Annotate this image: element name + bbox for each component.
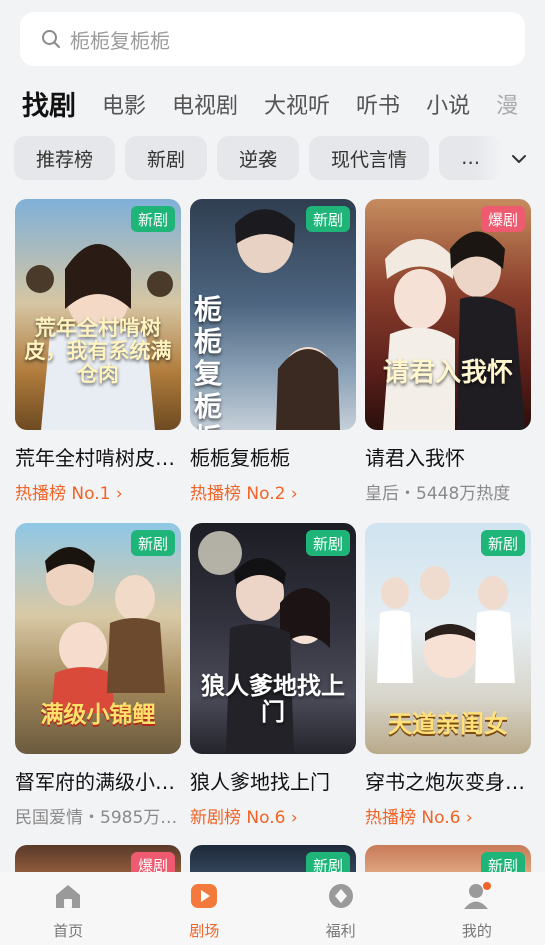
drama-rank[interactable]: 新剧榜 No.6 › — [190, 803, 362, 828]
new-badge: 新剧 — [305, 206, 350, 232]
chevron-right-icon: › — [290, 484, 298, 504]
drama-title: 狼人爹地找上门 — [190, 770, 330, 794]
tab-tv-series[interactable]: 电视剧 — [172, 92, 238, 128]
tab-big-audiovisual[interactable]: 大视听 — [264, 92, 330, 128]
search-icon — [40, 28, 62, 50]
tab-find-drama[interactable]: 找剧 — [14, 86, 76, 128]
nav-home[interactable]: 首页 — [0, 872, 136, 945]
rank-text: 新剧榜 No.6 — [190, 808, 286, 828]
rank-text: 热播榜 No.2 — [190, 484, 286, 504]
drama-card[interactable]: 请君入我怀 爆剧 请君入我怀 皇后・5448万热度 — [365, 199, 531, 504]
drama-card[interactable]: 栀栀复栀栀 新剧 栀栀复栀栀 热播榜 No.2 › — [190, 199, 356, 504]
search-placeholder: 栀栀复栀栀 — [70, 28, 170, 53]
tab-audiobook[interactable]: 听书 — [356, 92, 400, 128]
poster[interactable]: 荒年全村啃树皮，我有系统满仓肉 新剧 — [15, 199, 181, 430]
drama-rank[interactable]: 热播榜 No.2 › — [190, 479, 362, 504]
nav-label: 剧场 — [189, 922, 220, 940]
poster[interactable]: 栀栀复栀栀 新剧 — [190, 199, 356, 430]
drama-card[interactable]: 天道亲闺女 新剧 穿书之炮灰变身… 热播榜 No.6 › — [365, 523, 531, 828]
user-icon — [462, 882, 492, 914]
chevron-down-icon[interactable] — [511, 149, 527, 168]
filter-chips: 推荐榜 新剧 逆袭 现代言情 … — [14, 135, 545, 181]
search-bar[interactable]: 栀栀复栀栀 — [20, 12, 525, 66]
poster-title: 满级小锦鲤 — [40, 702, 156, 728]
chip-new-drama[interactable]: 新剧 — [125, 136, 208, 180]
drama-card[interactable]: 满级小锦鲤 新剧 督军府的满级小… 民国爱情・5985万… — [15, 523, 181, 828]
chevron-right-icon: › — [115, 484, 123, 504]
drama-title: 栀栀复栀栀 — [190, 446, 290, 470]
rank-text: 热播榜 No.1 — [15, 484, 111, 504]
poster[interactable]: 天道亲闺女 新剧 — [365, 523, 531, 754]
tab-novel[interactable]: 小说 — [426, 92, 470, 128]
drama-rank[interactable]: 热播榜 No.1 › — [15, 479, 187, 504]
drama-rank[interactable]: 热播榜 No.6 › — [365, 803, 537, 828]
bottom-nav: 首页 剧场 福利 我的 — [0, 872, 545, 945]
poster[interactable]: 狼人爹地找上门 新剧 — [190, 523, 356, 754]
chevron-right-icon: › — [290, 808, 298, 828]
nav-label: 首页 — [53, 922, 84, 940]
drama-title: 请君入我怀 — [365, 446, 465, 470]
drama-title: 穿书之炮灰变身… — [365, 770, 525, 794]
nav-welfare[interactable]: 福利 — [273, 872, 409, 945]
drama-meta: 民国爱情・5985万… — [15, 808, 178, 828]
hot-badge: 爆剧 — [480, 206, 525, 232]
drama-card[interactable]: 荒年全村啃树皮，我有系统满仓肉 新剧 荒年全村啃树皮… 热播榜 No.1 › — [15, 199, 181, 504]
chip-comeback[interactable]: 逆袭 — [217, 136, 300, 180]
category-tabs: 找剧 电影 电视剧 大视听 听书 小说 漫 — [0, 82, 545, 128]
home-icon — [53, 882, 83, 914]
drama-title: 督军府的满级小… — [15, 770, 175, 794]
poster-title: 栀栀复栀栀 — [194, 293, 223, 430]
new-badge: 新剧 — [130, 206, 175, 232]
drama-card[interactable]: 狼人爹地找上门 新剧 狼人爹地找上门 新剧榜 No.6 › — [190, 523, 356, 828]
drama-meta: 皇后・5448万热度 — [365, 484, 511, 504]
nav-me[interactable]: 我的 — [409, 872, 545, 945]
gift-icon — [326, 882, 356, 914]
poster-title: 请君入我怀 — [382, 358, 513, 388]
poster-title: 天道亲闺女 — [388, 710, 508, 738]
drama-title: 荒年全村啃树皮… — [15, 446, 175, 470]
chip-modern-romance[interactable]: 现代言情 — [309, 136, 430, 180]
poster-title: 荒年全村啃树皮，我有系统满仓肉 — [24, 316, 172, 387]
poster-title: 狼人爹地找上门 — [201, 672, 345, 727]
new-badge: 新剧 — [305, 530, 350, 556]
rank-text: 热播榜 No.6 — [365, 808, 461, 828]
poster[interactable]: 请君入我怀 爆剧 — [365, 199, 531, 430]
tab-movie[interactable]: 电影 — [102, 92, 146, 128]
poster[interactable]: 满级小锦鲤 新剧 — [15, 523, 181, 754]
new-badge: 新剧 — [130, 530, 175, 556]
chevron-right-icon: › — [465, 808, 473, 828]
new-badge: 新剧 — [480, 530, 525, 556]
chip-recommend-ranking[interactable]: 推荐榜 — [14, 136, 116, 180]
play-icon — [189, 882, 219, 914]
nav-label: 我的 — [461, 922, 492, 940]
tab-comic[interactable]: 漫 — [496, 92, 518, 128]
nav-theater[interactable]: 剧场 — [136, 872, 272, 945]
chips-expand[interactable] — [475, 135, 545, 181]
nav-label: 福利 — [325, 922, 356, 940]
